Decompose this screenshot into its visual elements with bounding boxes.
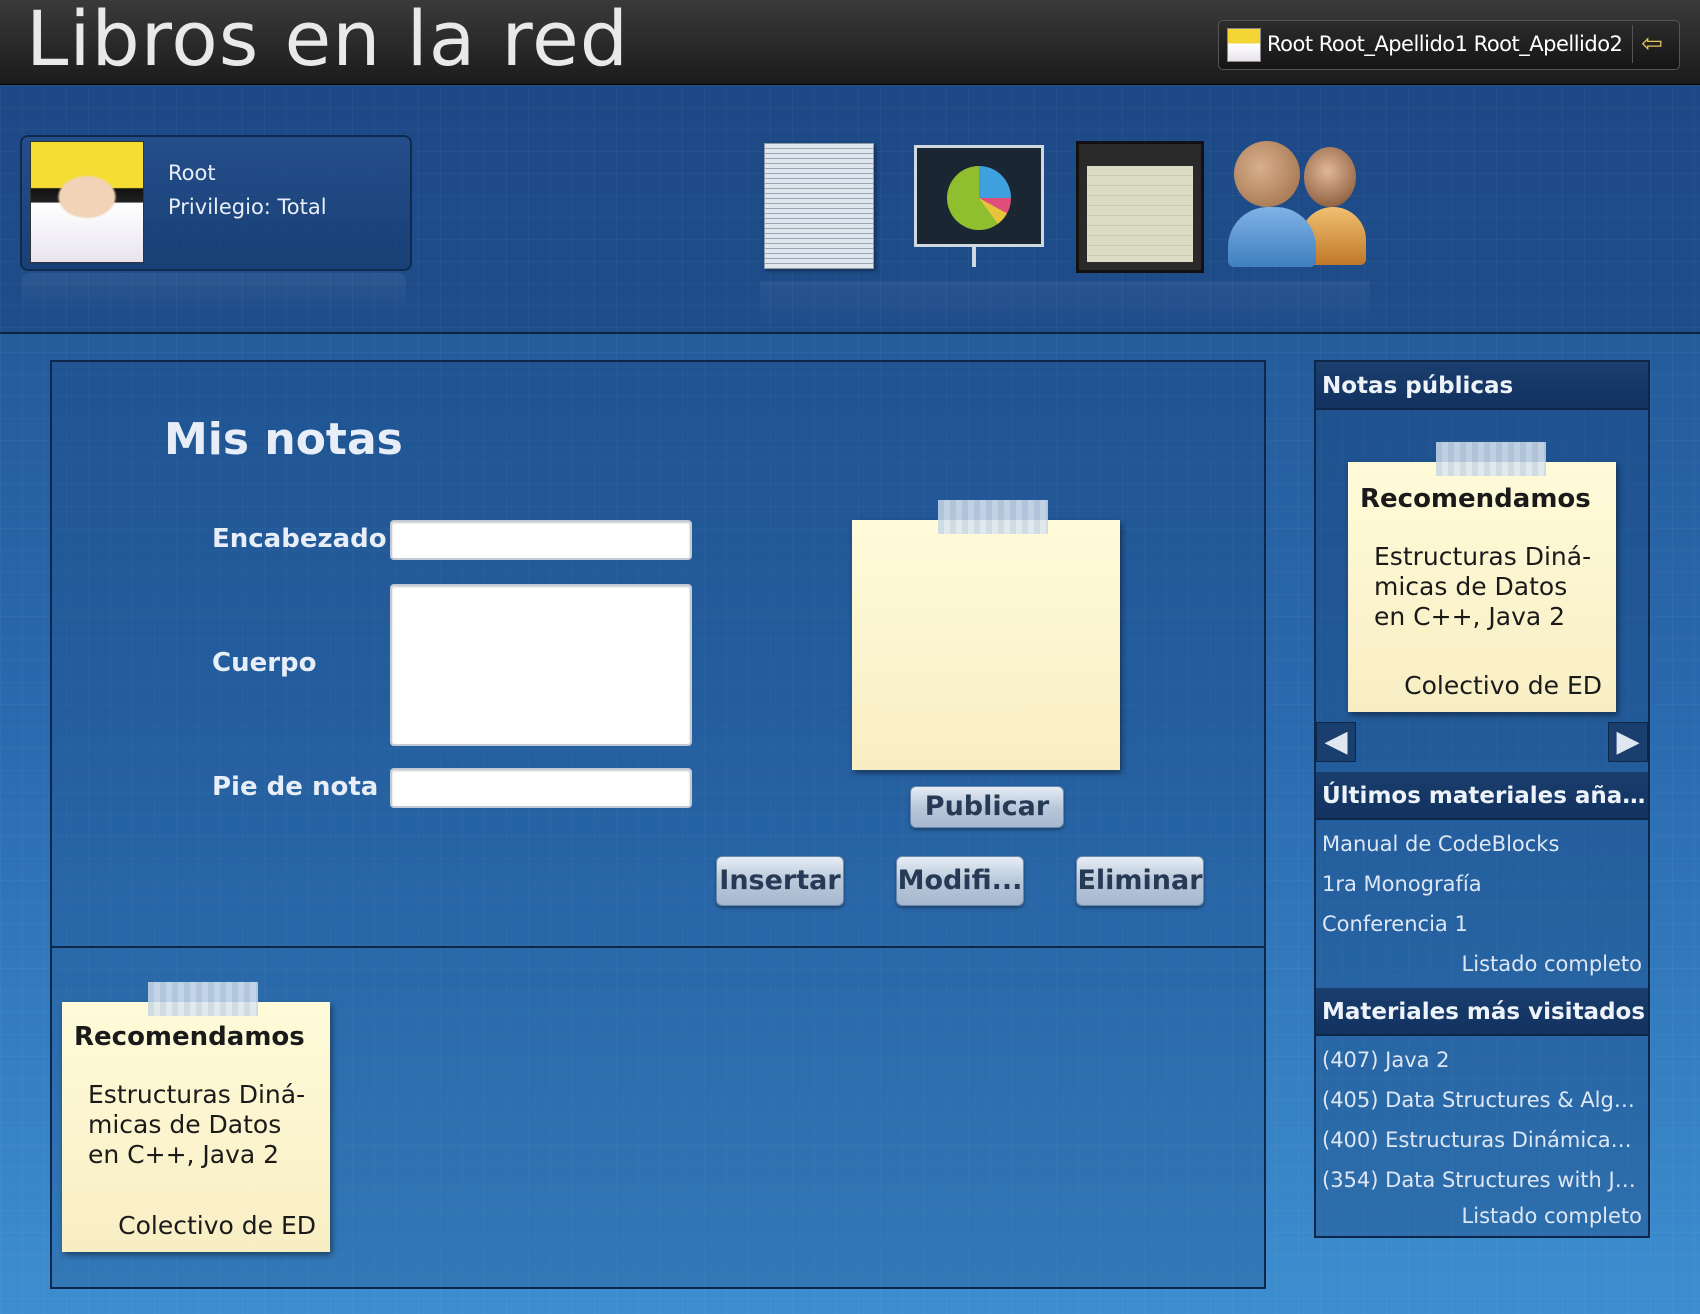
most-visited-item[interactable]: (354) Data Structures with Java: [1322, 1168, 1642, 1192]
publish-button[interactable]: Publicar: [910, 786, 1064, 828]
logout-door-icon[interactable]: ⇦: [1632, 25, 1671, 63]
my-note-card[interactable]: Recomendamos Estructuras Diná-micas de D…: [62, 1002, 330, 1252]
header-input[interactable]: [390, 520, 692, 560]
user-menu[interactable]: Root Root_Apellido1 Root_Apellido2 ⇦: [1218, 20, 1680, 70]
icons-reflection: [760, 281, 1370, 327]
most-visited-item[interactable]: (405) Data Structures & Algorit...: [1322, 1088, 1642, 1112]
tape-decoration: [1436, 442, 1546, 476]
most-visited-heading: Materiales más visitados: [1316, 988, 1648, 1036]
latest-materials-full-list-link[interactable]: Listado completo: [1462, 952, 1642, 976]
arrow-right-icon[interactable]: ▶: [1608, 722, 1648, 762]
modify-button[interactable]: Modifi...: [896, 856, 1024, 906]
public-notes-heading: Notas públicas: [1316, 362, 1648, 410]
most-visited-full-list-link[interactable]: Listado completo: [1462, 1204, 1642, 1228]
user-avatar-icon: [1227, 28, 1261, 62]
footer-label: Pie de nota: [212, 772, 379, 802]
header-band: Root Privilegio: Total: [0, 85, 1700, 334]
body-textarea[interactable]: [390, 584, 692, 746]
footer-input[interactable]: [390, 768, 692, 808]
main-panel: Mis notas Encabezado Cuerpo Pie de nota …: [50, 360, 1266, 1289]
statistics-presentation-icon[interactable]: [910, 141, 1044, 269]
profile-name: Root: [168, 161, 216, 185]
header-label: Encabezado: [212, 524, 387, 554]
note-footer: Colectivo de ED: [118, 1211, 316, 1240]
tape-decoration: [148, 982, 258, 1016]
note-preview: [852, 520, 1120, 770]
note-title: Recomendamos: [74, 1022, 305, 1052]
latest-material-item[interactable]: Conferencia 1: [1322, 912, 1642, 936]
note-form-section: Mis notas Encabezado Cuerpo Pie de nota …: [52, 362, 1264, 948]
note-title: Recomendamos: [1360, 484, 1591, 514]
most-visited-item[interactable]: (400) Estructuras Dinámicas d...: [1322, 1128, 1642, 1152]
body-label: Cuerpo: [212, 648, 317, 678]
arrow-left-icon[interactable]: ◀: [1316, 722, 1356, 762]
latest-material-item[interactable]: Manual de CodeBlocks: [1322, 832, 1642, 856]
app-title: Libros en la red: [26, 0, 630, 83]
documents-icon[interactable]: [764, 143, 874, 269]
insert-button[interactable]: Insertar: [716, 856, 844, 906]
latest-material-item[interactable]: 1ra Monografía: [1322, 872, 1642, 896]
note-footer: Colectivo de ED: [1404, 671, 1602, 700]
profile-privilege: Privilegio: Total: [168, 195, 327, 219]
calendar-icon[interactable]: [1076, 141, 1204, 273]
most-visited-item[interactable]: (407) Java 2: [1322, 1048, 1642, 1072]
top-bar: Libros en la red Root Root_Apellido1 Roo…: [0, 0, 1700, 85]
note-body: Estructuras Diná-micas de Datos en C++, …: [1374, 542, 1592, 631]
public-note-card[interactable]: Recomendamos Estructuras Diná-micas de D…: [1348, 462, 1616, 712]
profile-card: Root Privilegio: Total: [20, 135, 412, 271]
right-sidebar: Notas públicas Recomendamos Estructuras …: [1314, 360, 1650, 1238]
page-title: Mis notas: [164, 414, 403, 465]
avatar: [30, 141, 144, 263]
user-full-name[interactable]: Root Root_Apellido1 Root_Apellido2: [1267, 32, 1623, 56]
profile-reflection: [22, 273, 406, 313]
latest-materials-heading: Últimos materiales añadi...: [1316, 772, 1648, 820]
users-icon[interactable]: [1228, 141, 1368, 271]
note-body: Estructuras Diná-micas de Datos en C++, …: [88, 1080, 306, 1169]
tape-decoration: [938, 500, 1048, 534]
delete-button[interactable]: Eliminar: [1076, 856, 1204, 906]
